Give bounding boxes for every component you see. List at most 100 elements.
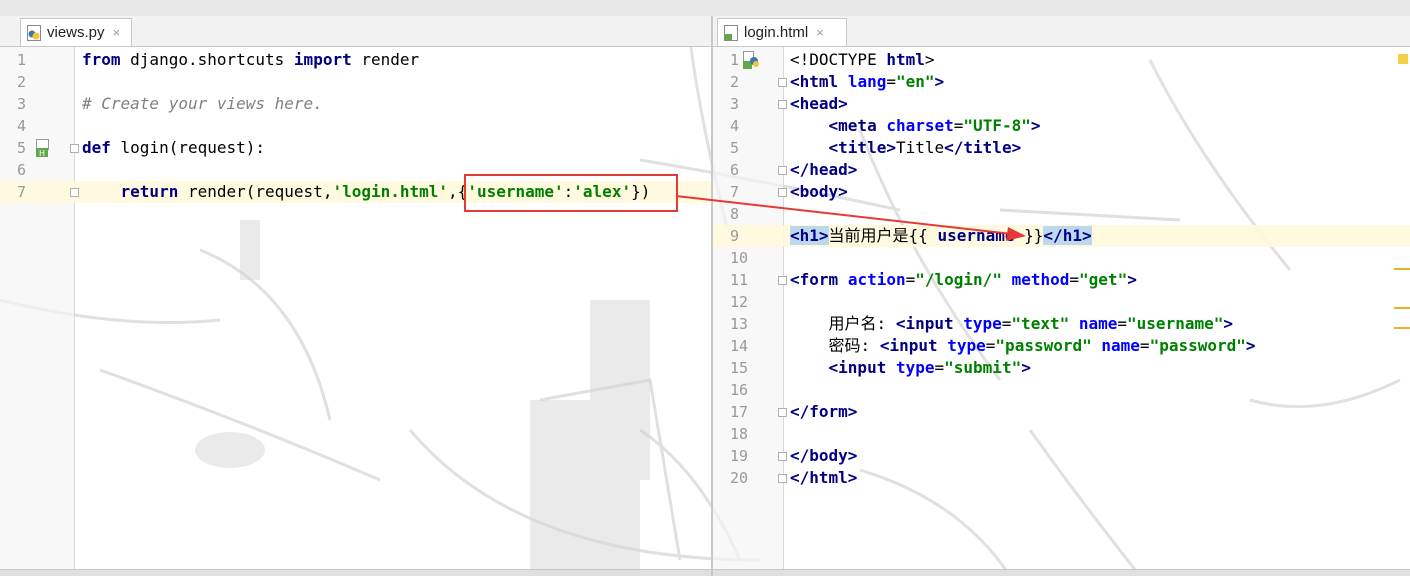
code-line[interactable]: 4 <meta charset="UTF-8"> xyxy=(713,115,1410,137)
code-text: <h1>当前用户是{{ username }}</h1> xyxy=(790,226,1092,245)
code-line[interactable]: 12 xyxy=(713,291,1410,313)
line-number: 19 xyxy=(730,447,749,465)
line-number: 6 xyxy=(17,161,27,179)
line-number: 16 xyxy=(730,381,749,399)
code-text: def login(request): xyxy=(82,138,266,157)
code-line[interactable]: 8 xyxy=(713,203,1410,225)
code-line[interactable]: 2 <html lang="en"> xyxy=(713,71,1410,93)
line-number: 18 xyxy=(730,425,749,443)
code-line[interactable]: 18 xyxy=(713,423,1410,445)
tab-views-py[interactable]: views.py × xyxy=(20,18,132,46)
code-line[interactable]: 14 密码: <input type="password" name="pass… xyxy=(713,335,1410,357)
fold-toggle-icon[interactable] xyxy=(778,166,787,175)
code-text: <title>Title</title> xyxy=(828,138,1022,157)
line-number: 10 xyxy=(730,249,749,267)
code-text: from django.shortcuts import render xyxy=(82,50,420,69)
line-number: 11 xyxy=(730,271,749,289)
fold-toggle-icon[interactable] xyxy=(70,188,79,197)
code-line[interactable]: 19 </body> xyxy=(713,445,1410,467)
code-line[interactable]: 9 <h1>当前用户是{{ username }}</h1> xyxy=(713,225,1410,247)
right-editor-pane: login.html × 1 <!DOCTYPE html> 2 <html lang… xyxy=(713,16,1410,576)
html-file-icon xyxy=(724,24,738,41)
code-line[interactable]: 17 </form> xyxy=(713,401,1410,423)
code-line[interactable]: 15 <input type="submit"> xyxy=(713,357,1410,379)
code-line[interactable]: 10 xyxy=(713,247,1410,269)
line-number: 9 xyxy=(730,227,740,245)
code-text: </html> xyxy=(790,468,858,487)
python-file-icon xyxy=(27,24,41,41)
fold-toggle-icon[interactable] xyxy=(778,100,787,109)
line-number: 2 xyxy=(17,73,27,91)
fold-toggle-icon[interactable] xyxy=(778,474,787,483)
code-line[interactable]: 3 <head> xyxy=(713,93,1410,115)
scroll-marker[interactable] xyxy=(1394,268,1410,270)
line-number: 2 xyxy=(730,73,740,91)
line-number: 12 xyxy=(730,293,749,311)
code-line[interactable]: 1 from django.shortcuts import render xyxy=(0,49,711,71)
annotation-box xyxy=(464,174,678,212)
code-line[interactable]: 3 # Create your views here. xyxy=(0,93,711,115)
left-code-area[interactable]: 1 from django.shortcuts import render 2 3 # … xyxy=(0,47,711,576)
code-line[interactable]: 7 <body> xyxy=(713,181,1410,203)
error-stripe-marker[interactable] xyxy=(1398,54,1408,64)
code-line[interactable]: 13 用户名: <input type="text" name="usernam… xyxy=(713,313,1410,335)
line-number: 7 xyxy=(730,183,740,201)
left-status-strip xyxy=(0,569,711,576)
close-icon[interactable]: × xyxy=(816,25,824,40)
code-line[interactable]: 16 xyxy=(713,379,1410,401)
code-text: <!DOCTYPE html> xyxy=(790,50,935,69)
line-number: 5 xyxy=(17,139,27,157)
line-number: 7 xyxy=(17,183,27,201)
code-text: 用户名: <input type="text" name="username"> xyxy=(790,314,1233,333)
code-text: 密码: <input type="password" name="passwor… xyxy=(790,336,1256,355)
line-number: 5 xyxy=(730,139,740,157)
code-text: <html lang="en"> xyxy=(790,72,945,91)
scroll-marker[interactable] xyxy=(1394,327,1410,329)
fold-toggle-icon[interactable] xyxy=(70,144,79,153)
code-text: <head> xyxy=(790,94,848,113)
code-line[interactable]: 4 xyxy=(0,115,711,137)
close-icon[interactable]: × xyxy=(113,25,121,40)
code-line[interactable]: 5 <title>Title</title> xyxy=(713,137,1410,159)
code-line[interactable]: 20 </html> xyxy=(713,467,1410,489)
line-number: 4 xyxy=(17,117,27,135)
fold-toggle-icon[interactable] xyxy=(778,408,787,417)
fold-toggle-icon[interactable] xyxy=(778,78,787,87)
fold-toggle-icon[interactable] xyxy=(778,188,787,197)
fold-toggle-icon[interactable] xyxy=(778,452,787,461)
tab-label: login.html xyxy=(744,24,809,41)
code-line[interactable]: 6 </head> xyxy=(713,159,1410,181)
line-number: 17 xyxy=(730,403,749,421)
left-tab-bar: views.py × xyxy=(0,16,711,47)
right-tab-bar: login.html × xyxy=(713,16,1410,47)
line-number: 14 xyxy=(730,337,749,355)
code-text: </head> xyxy=(790,160,858,179)
code-text: <meta charset="UTF-8"> xyxy=(828,116,1041,135)
code-line[interactable]: 2 xyxy=(0,71,711,93)
tab-login-html[interactable]: login.html × xyxy=(717,18,847,46)
code-text: <body> xyxy=(790,182,848,201)
line-number: 4 xyxy=(730,117,740,135)
scroll-marker[interactable] xyxy=(1394,307,1410,309)
svg-text:H: H xyxy=(39,149,45,157)
code-line[interactable]: 1 <!DOCTYPE html> xyxy=(713,49,1410,71)
line-number: 3 xyxy=(730,95,740,113)
line-number: 3 xyxy=(17,95,27,113)
line-number: 20 xyxy=(730,469,749,487)
window-top-strip xyxy=(0,0,1410,17)
line-number: 13 xyxy=(730,315,749,333)
fold-toggle-icon[interactable] xyxy=(778,276,787,285)
code-text: <input type="submit"> xyxy=(828,358,1031,377)
code-text: # Create your views here. xyxy=(82,94,323,113)
line-number: 6 xyxy=(730,161,740,179)
code-line[interactable]: 5 def login(request): H xyxy=(0,137,711,159)
right-status-strip xyxy=(713,569,1410,576)
line-number: 15 xyxy=(730,359,749,377)
left-editor-pane: views.py × 1 from django.shortcuts import… xyxy=(0,16,711,576)
python-link-gutter-icon[interactable] xyxy=(743,51,759,69)
html-link-gutter-icon[interactable]: H xyxy=(36,139,50,158)
code-line[interactable]: 11 <form action="/login/" method="get"> xyxy=(713,269,1410,291)
line-number: 1 xyxy=(17,51,27,69)
right-code-area[interactable]: 1 <!DOCTYPE html> 2 <html lang="en"> 3 <head>… xyxy=(713,47,1410,576)
code-text: </form> xyxy=(790,402,858,421)
